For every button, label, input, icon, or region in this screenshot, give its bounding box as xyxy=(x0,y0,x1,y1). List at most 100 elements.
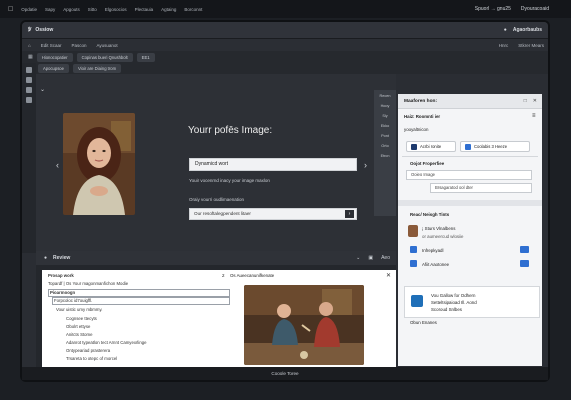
panel-footer-text: Obun Enanes xyxy=(410,320,437,325)
destination-input[interactable]: Our resoftalegpendent litaer › xyxy=(189,208,357,220)
title-input[interactable]: Dynamicd wort xyxy=(189,158,357,171)
side-nav-item[interactable]: Etrcn xyxy=(374,154,396,158)
field-label: Oraiy vourri oudlimaenation xyxy=(189,197,245,202)
doc-line: Anitcts Stome xyxy=(66,332,93,337)
card-icon xyxy=(411,295,423,307)
secondary-toolbar: Apocupsoe Vioir are Diaing trom xyxy=(22,63,548,74)
property-field[interactable]: Brsagaratod ool dter xyxy=(430,183,532,193)
side-nav-item[interactable]: Pont xyxy=(374,134,396,138)
status-text: Cooole Toree xyxy=(271,371,299,376)
toolbar-button[interactable]: Apocupsoe xyxy=(38,64,69,73)
portrait-image[interactable] xyxy=(63,113,135,215)
property-field[interactable]: Ooieo Image xyxy=(406,170,532,180)
preview-header: ● Review ⌄ ▣ Aeo xyxy=(36,251,396,265)
doc-tab-title[interactable]: Os Aueecanunifkenate xyxy=(230,273,274,278)
window-title: Ossiow xyxy=(35,27,54,33)
menu-item[interactable]: Stkrer Mears xyxy=(518,43,544,48)
tab-item[interactable]: Hionocopatier xyxy=(36,52,73,62)
doc-field-box[interactable] xyxy=(48,289,230,297)
close-icon[interactable]: ✕ xyxy=(533,98,537,104)
settings-icon[interactable] xyxy=(26,87,32,93)
card-line: Setteltsipaioad Ill. Aond xyxy=(431,300,477,305)
os-status-text[interactable]: Spuorl → gnu25 xyxy=(475,6,511,12)
action-button[interactable] xyxy=(520,246,529,253)
doc-line: Topardf | Os Your magonmanfichon Modie xyxy=(48,281,129,286)
panel-header: Maaforen hon: □ ✕ xyxy=(398,94,542,109)
tab-item[interactable]: EE1 xyxy=(136,52,155,62)
export-icon[interactable] xyxy=(26,97,32,103)
style-dropdown[interactable]: Acrbi ronite xyxy=(406,141,456,152)
os-menu-item[interactable]: Agtaing xyxy=(161,7,176,12)
list-item-title[interactable]: ¡ Sturs Vlnalbens xyxy=(422,226,455,231)
style-dropdown-label: Acrbi ronite xyxy=(420,144,442,149)
os-menu-item[interactable]: Sapy xyxy=(45,7,55,12)
panel-title: Maaforen hon: xyxy=(404,98,438,104)
divider xyxy=(402,156,538,157)
image-icon[interactable] xyxy=(26,77,32,83)
toolbar-button[interactable]: Vioir are Diaing trom xyxy=(72,64,122,73)
side-nav-item[interactable]: Sly xyxy=(374,114,396,118)
home-icon[interactable]: ⌂ xyxy=(28,43,31,48)
os-menu-bar:  Opdatie Sapy Apgouts Sitto Elgosocios … xyxy=(0,0,571,18)
status-bar: Cooole Toree xyxy=(22,367,548,380)
destination-input-value: Our resoftalegpendent litaer xyxy=(194,211,251,216)
illustration-image[interactable] xyxy=(244,285,364,365)
collapse-chevron-icon[interactable]: ⌄ xyxy=(40,86,45,93)
divider xyxy=(398,200,542,206)
doc-line: Prosap work xyxy=(48,273,74,278)
next-arrow-icon[interactable]: › xyxy=(364,160,367,170)
side-nav-item[interactable]: Hooy xyxy=(374,104,396,108)
os-menu-item[interactable]: Apgouts xyxy=(63,7,80,12)
doc-field-box[interactable] xyxy=(52,297,230,305)
properties-panel xyxy=(398,94,542,366)
tab-item[interactable]: Copinas bueri Qnushbolt xyxy=(76,52,133,62)
list-item-title[interactable]: Infrepkyadl xyxy=(422,248,443,253)
os-menu-item[interactable]: Elgosocios xyxy=(105,7,127,12)
menu-item[interactable]: Edit Scaar xyxy=(41,43,62,48)
maximize-icon[interactable]: □ xyxy=(524,98,527,104)
panel-small-label: yooyaltnicon xyxy=(404,127,429,132)
account-label[interactable]: Agaorbaubs xyxy=(513,27,542,33)
window-icon[interactable]: ▣ xyxy=(368,255,373,261)
description-text: Youir vocenrnd inacy your image maxlon xyxy=(189,178,270,183)
side-nav: Recen Hooy Sly Ekko Pont Orto Etrcn xyxy=(374,90,396,216)
doc-line: Cognsee ttecyts xyxy=(66,316,97,321)
menu-item[interactable]: Ayusuanot xyxy=(97,43,118,48)
os-user-label[interactable]: Dyouracoaid xyxy=(521,6,549,12)
layers-icon[interactable] xyxy=(26,67,32,73)
doc-line: Ontypeariad prasterera xyxy=(66,348,111,353)
window-titlebar: ℣ Ossiow ● Agaorbaubs xyxy=(22,22,548,39)
collaborate-label: Coolabis 3 Heeze xyxy=(474,144,508,149)
collaborate-button[interactable]: Coolabis 3 Heeze xyxy=(460,141,530,152)
grid-icon[interactable]: ▦ xyxy=(28,54,33,60)
prev-arrow-icon[interactable]: ‹ xyxy=(56,160,59,170)
os-menu-item[interactable]: Plectauia xyxy=(135,7,154,12)
doc-line: Adanrot typeatlon tect Arnnt Camyexrling… xyxy=(66,340,147,345)
menu-icon[interactable]: ≡ xyxy=(532,113,536,119)
go-button[interactable]: › xyxy=(345,210,354,218)
side-nav-item[interactable]: Recen xyxy=(374,94,396,98)
left-tool-strip xyxy=(22,63,36,253)
menu-item[interactable]: Pascon xyxy=(71,43,86,48)
menu-item[interactable]: Hnrc xyxy=(499,43,509,48)
user-icon[interactable]: ● xyxy=(504,27,507,33)
info-card[interactable]: Vou Gallow for Odhern Setteltsipaioad Il… xyxy=(404,286,540,318)
os-menu-item[interactable]: Opdatie xyxy=(21,7,37,12)
action-button[interactable] xyxy=(520,260,529,267)
list-item-subtitle: or aumeercud wlosiie xyxy=(422,234,464,239)
dropdown-chevron-icon[interactable]: ⌄ xyxy=(356,255,360,261)
thumbnail-image[interactable] xyxy=(408,225,418,237)
list-item-title[interactable]: Afiit Aaotonee xyxy=(422,262,449,267)
apple-icon[interactable]:  xyxy=(8,6,13,13)
side-nav-item[interactable]: Ekko xyxy=(374,124,396,128)
close-icon[interactable]: ✕ xyxy=(386,272,391,279)
os-menu-item[interactable]: Borconnt xyxy=(184,7,202,12)
preview-menu-button[interactable]: Aeo xyxy=(381,255,390,261)
doc-line: Trsareta to otepc of morcel xyxy=(66,356,118,361)
app-menubar: ⌂ Edit Scaar Pascon Ayusuanot Hnrc Stkre… xyxy=(22,39,548,51)
side-nav-item[interactable]: Orto xyxy=(374,144,396,148)
doc-line: Vour uistic umy mbmmy. xyxy=(56,307,103,312)
preview-icon: ● xyxy=(44,255,48,261)
panel-subheading: Haiz: Roomnti ier xyxy=(404,114,441,119)
os-menu-item[interactable]: Sitto xyxy=(88,7,97,12)
